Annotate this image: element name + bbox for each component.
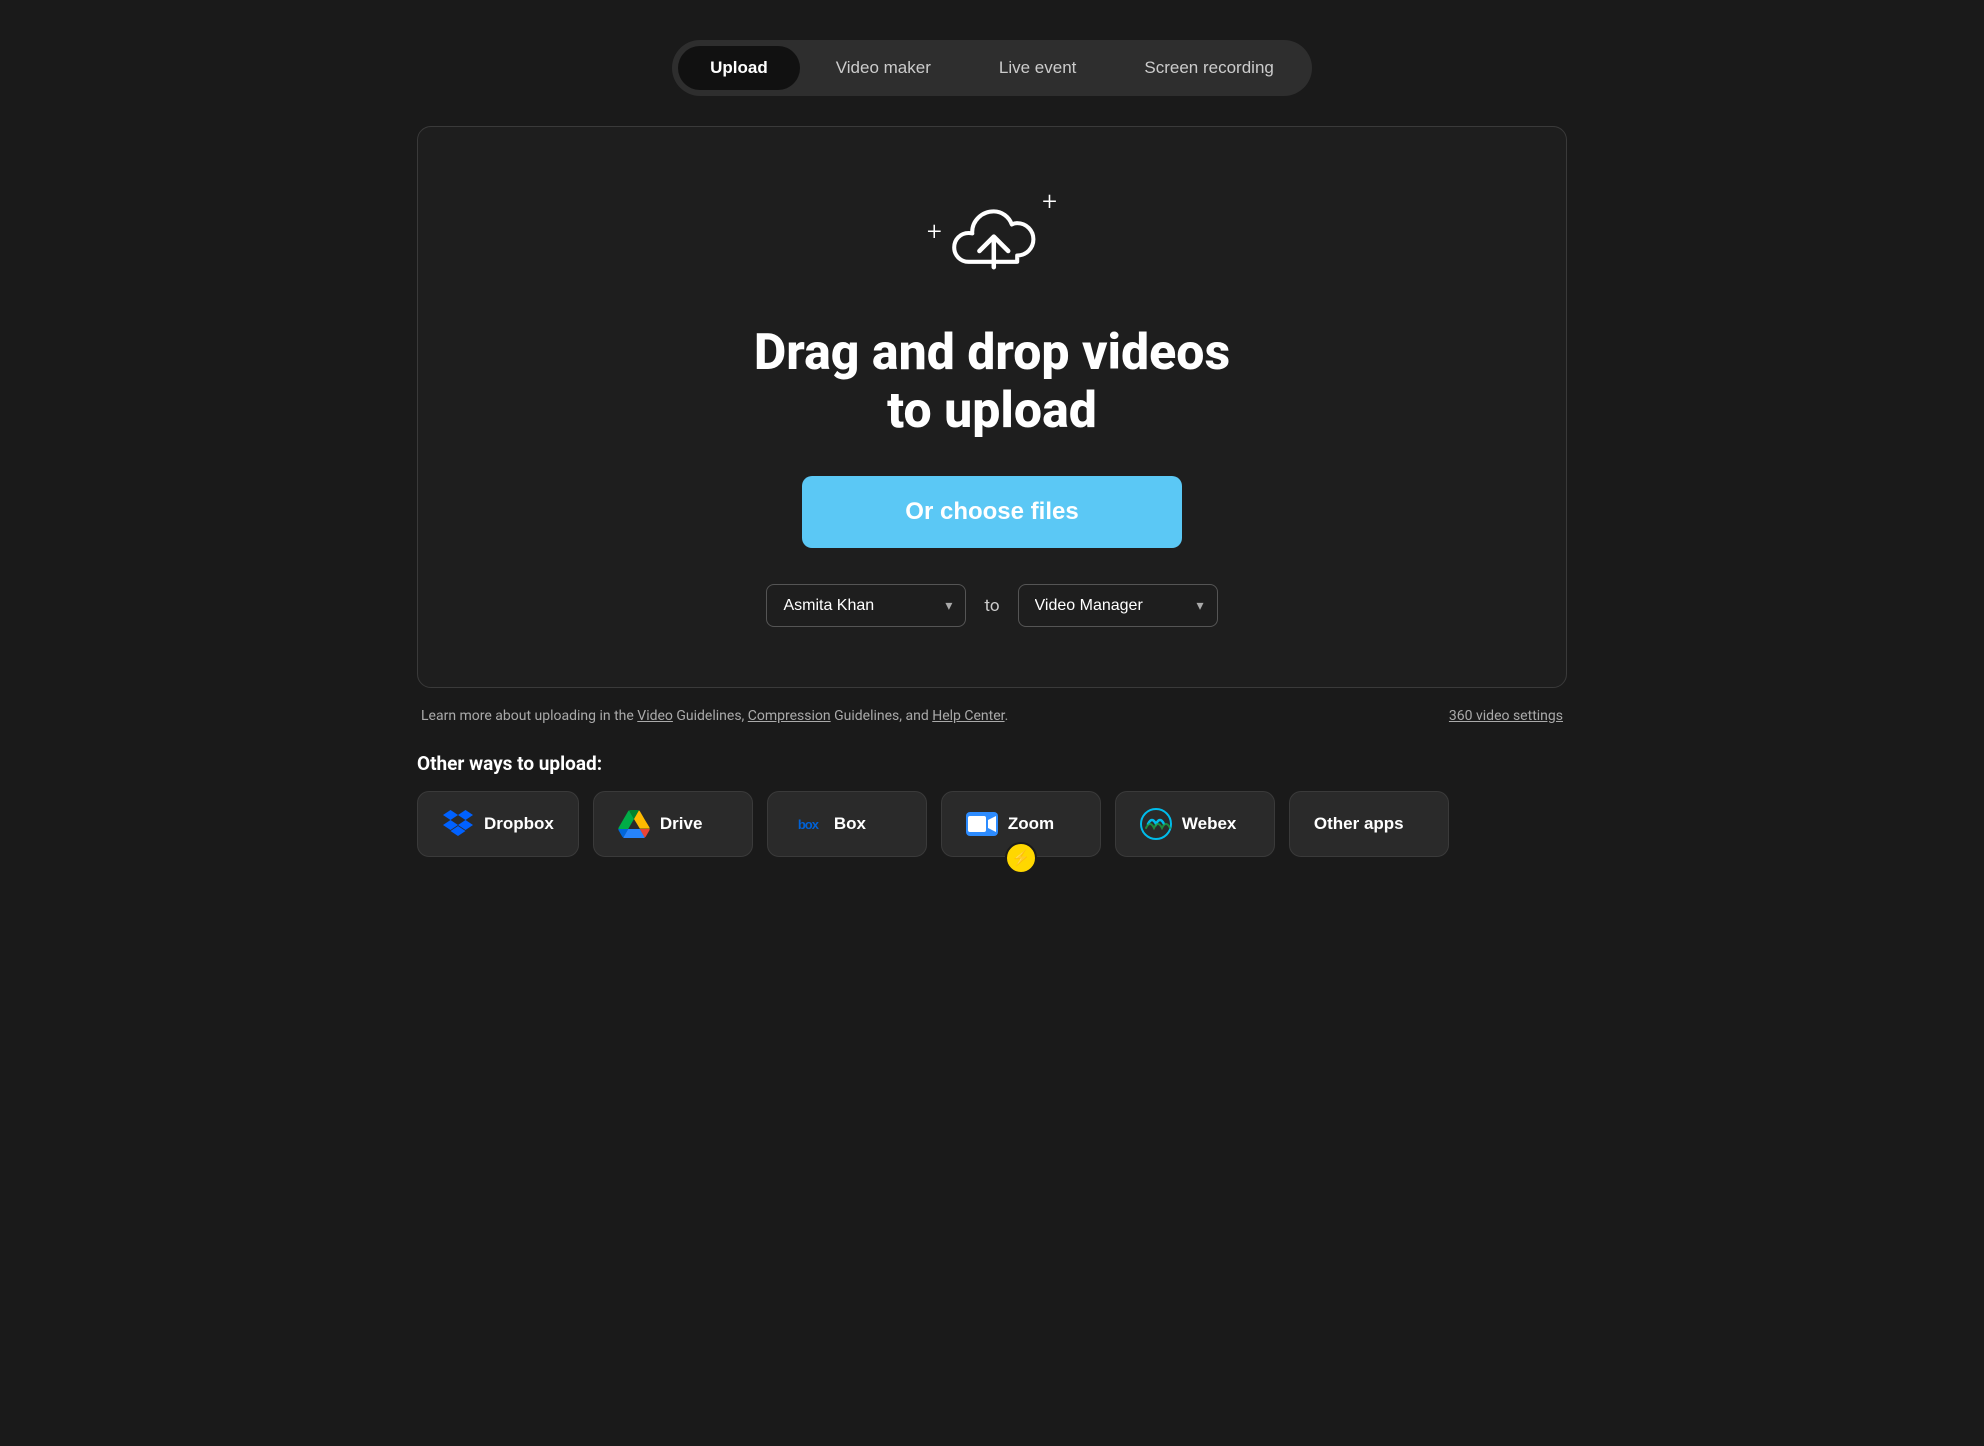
drive-label: Drive: [660, 814, 703, 834]
tab-live-event[interactable]: Live event: [967, 46, 1109, 90]
video-360-settings-link[interactable]: 360 video settings: [1449, 708, 1563, 724]
account-destination-row: Asmita Khan to Video Manager: [766, 584, 1217, 627]
to-label: to: [984, 596, 999, 616]
zoom-label: Zoom: [1008, 814, 1054, 834]
destination-select[interactable]: Video Manager: [1018, 584, 1218, 627]
account-select-wrapper: Asmita Khan: [766, 584, 966, 627]
other-ways-section: Other ways to upload: Dropbox: [417, 752, 1567, 857]
box-button[interactable]: box Box: [767, 791, 927, 857]
dropbox-icon: [442, 808, 474, 840]
dropbox-label: Dropbox: [484, 814, 554, 834]
webex-icon: [1140, 808, 1172, 840]
webex-label: Webex: [1182, 814, 1237, 834]
account-select[interactable]: Asmita Khan: [766, 584, 966, 627]
cloud-upload-svg: [947, 202, 1037, 282]
footer-guidelines-text: Learn more about uploading in the Video …: [421, 708, 1008, 724]
plus-icon-tl: +: [927, 217, 942, 247]
drive-button[interactable]: Drive: [593, 791, 753, 857]
other-apps-button[interactable]: Other apps: [1289, 791, 1449, 857]
upload-dropzone[interactable]: + + Drag and drop videos to upload Or ch…: [417, 126, 1567, 688]
dropbox-button[interactable]: Dropbox: [417, 791, 579, 857]
apps-row: Dropbox Drive box Box: [417, 791, 1567, 857]
plus-icon-tr: +: [1042, 187, 1057, 217]
upload-cloud-icon: + +: [927, 187, 1057, 297]
other-ways-title: Other ways to upload:: [417, 752, 1567, 775]
footer-info: Learn more about uploading in the Video …: [417, 708, 1567, 724]
box-icon: box: [792, 808, 824, 840]
help-center-link[interactable]: Help Center: [932, 708, 1004, 724]
zoom-lightning-badge: ⚡: [1005, 842, 1037, 874]
zoom-button[interactable]: Zoom ⚡: [941, 791, 1101, 857]
other-apps-label: Other apps: [1314, 814, 1404, 834]
drag-drop-heading: Drag and drop videos to upload: [754, 325, 1230, 440]
drive-icon: [618, 808, 650, 840]
compression-guidelines-link[interactable]: Compression: [748, 708, 831, 724]
tab-bar: Upload Video maker Live event Screen rec…: [672, 40, 1312, 96]
destination-select-wrapper: Video Manager: [1018, 584, 1218, 627]
choose-files-button[interactable]: Or choose files: [802, 476, 1182, 548]
webex-button[interactable]: Webex: [1115, 791, 1275, 857]
zoom-icon: [966, 808, 998, 840]
video-guidelines-link[interactable]: Video: [637, 708, 673, 724]
box-label: Box: [834, 814, 866, 834]
tab-screen-recording[interactable]: Screen recording: [1112, 46, 1305, 90]
tab-video-maker[interactable]: Video maker: [804, 46, 963, 90]
tab-upload[interactable]: Upload: [678, 46, 800, 90]
